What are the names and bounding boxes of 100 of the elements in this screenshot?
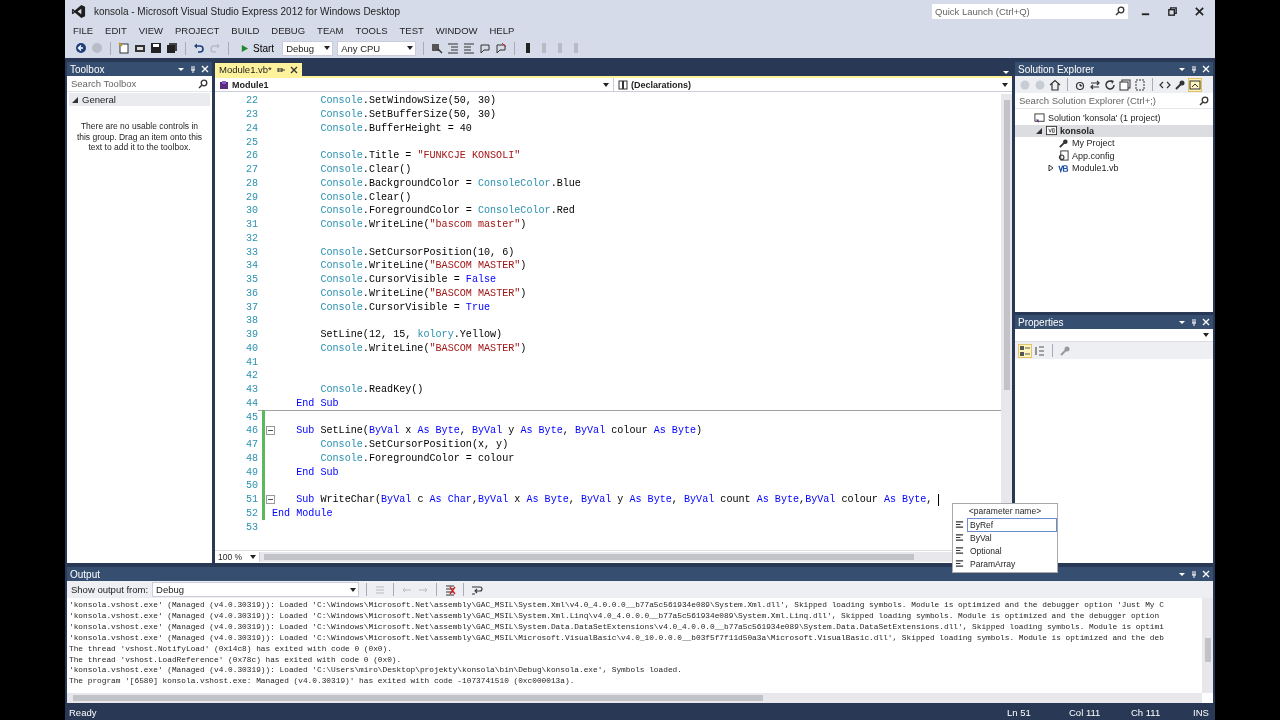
tree-item[interactable]: Solution 'konsola' (1 project) (1015, 112, 1213, 125)
logo-icon (71, 3, 86, 19)
preview-icon[interactable] (1189, 78, 1201, 91)
line-number: 44 (244, 397, 258, 409)
menu-item[interactable]: FILE (67, 24, 100, 36)
code-line: Console.ForegroundColor = colour (320, 452, 515, 464)
menu-item[interactable]: EDIT (99, 24, 133, 36)
output-source-dropdown[interactable]: Debug (152, 582, 360, 597)
line-number: 45 (244, 411, 258, 423)
code-line: Sub WriteChar(ByVal c As Char,ByVal x As Byte, ByVal y As Byte, ByVal count As Byte,ByVal colour As Byte, (296, 494, 933, 506)
menu-item[interactable]: BUILD (225, 24, 266, 36)
line-number: 50 (244, 480, 258, 492)
line-number: 25 (244, 136, 258, 148)
restore-icon[interactable] (1167, 5, 1178, 17)
quick-launch-input[interactable]: Quick Launch (Ctrl+Q) (935, 5, 1115, 17)
configuration-dropdown[interactable]: Debug (282, 40, 334, 56)
code-line: Console.ReadKey() (320, 384, 424, 396)
uncomment-icon[interactable] (495, 42, 508, 54)
line-number: 40 (244, 342, 258, 354)
refresh-icon[interactable] (1104, 78, 1116, 91)
line-number: 34 (244, 260, 258, 272)
line-number: 42 (244, 370, 258, 382)
tree-item[interactable]: konsola (1015, 124, 1213, 137)
config-file-icon (1058, 150, 1069, 162)
keyword-icon (955, 546, 964, 555)
categorized-icon[interactable] (1019, 344, 1031, 357)
menu-item[interactable]: VIEW (132, 24, 169, 36)
menu-item[interactable]: TEAM (311, 24, 350, 36)
menu-item[interactable]: WINDOW (429, 24, 484, 36)
completion-item[interactable]: ByVal (967, 530, 1057, 545)
home-icon[interactable] (1049, 78, 1061, 91)
dropdown-arrow-icon[interactable] (1178, 570, 1186, 578)
keyword-icon (955, 520, 964, 529)
sync-icon[interactable] (1089, 78, 1101, 91)
menu-item[interactable]: TOOLS (349, 24, 394, 36)
pin-icon[interactable] (1190, 65, 1198, 73)
dropdown-arrow-icon[interactable] (1178, 318, 1186, 326)
tree-item[interactable]: App.config (1015, 149, 1213, 162)
clear-all-icon[interactable] (444, 583, 457, 596)
group-header[interactable]: General (69, 93, 210, 106)
vb-project-icon (1046, 125, 1057, 137)
search-field[interactable]: Search Toolbox (71, 78, 198, 89)
wrench-icon[interactable] (1174, 78, 1186, 91)
dropdown-arrow-icon (1203, 333, 1209, 337)
code-line: Console.CursorVisible = False (320, 274, 497, 286)
declarations-icon (618, 79, 628, 90)
completion-item[interactable]: ParamArray (967, 556, 1057, 571)
search-icon (198, 78, 208, 89)
dropdown-arrow-icon (250, 555, 256, 559)
menu-item[interactable]: PROJECT (169, 24, 226, 36)
member-dropdown[interactable]: (Declarations) (613, 78, 1012, 91)
dropdown-arrow-icon (350, 587, 357, 592)
line-number: 26 (244, 150, 258, 162)
completion-item[interactable]: Optional (967, 543, 1057, 558)
close-icon[interactable] (289, 65, 298, 74)
line-indicator: Ln 51 (1007, 706, 1032, 718)
pin-icon[interactable] (276, 65, 285, 74)
collapse-icon[interactable] (266, 494, 275, 504)
search-field[interactable]: Search Solution Explorer (Ctrl+;) (1019, 95, 1199, 106)
code-line: Console.WriteLine("BASCOM MASTER") (320, 342, 527, 354)
menu-item[interactable]: HELP (483, 24, 521, 36)
back-icon[interactable] (75, 42, 87, 54)
horizontal-scrollbar[interactable] (67, 693, 1202, 703)
dropdown-arrow-icon[interactable] (177, 65, 185, 73)
code-line: Console.Title = "FUNKCJE KONSOLI" (320, 150, 521, 162)
menu-item[interactable]: TEST (393, 24, 430, 36)
expander-icon (1048, 165, 1054, 172)
code-line: Console.SetCursorPosition(10, 6) (320, 246, 515, 258)
outdent-icon[interactable] (463, 42, 476, 54)
line-number: 29 (244, 191, 258, 203)
pin-icon[interactable] (1190, 318, 1198, 326)
wrench-icon (1058, 137, 1069, 149)
start-button[interactable]: Start (236, 42, 279, 54)
word-wrap-icon[interactable] (471, 583, 484, 596)
completion-item[interactable]: ByRef (967, 517, 1057, 532)
tree-item[interactable]: Module1.vb (1015, 162, 1213, 175)
collapse-icon[interactable] (266, 426, 275, 435)
dropdown-arrow-icon[interactable] (1178, 65, 1186, 73)
dropdown-arrow-icon (324, 46, 331, 50)
new-project-icon[interactable] (118, 42, 130, 54)
platform-dropdown[interactable]: Any CPU (337, 40, 417, 56)
tree-item[interactable]: My Project (1015, 137, 1213, 150)
quick-launch-field[interactable]: Quick Launch (Ctrl+Q) (932, 3, 1128, 19)
code-line: Console.ForegroundColor = ConsoleColor.Red (320, 205, 575, 217)
line-number: 33 (244, 246, 258, 258)
collapse-all-icon[interactable] (1119, 78, 1131, 91)
line-number: 37 (244, 301, 258, 313)
pin-icon[interactable] (1190, 570, 1198, 578)
undo-icon[interactable] (193, 42, 205, 54)
save-all-icon[interactable] (166, 42, 178, 54)
pin-icon[interactable] (189, 65, 197, 73)
document-tab[interactable]: Module1.vb* (215, 63, 302, 76)
menu-item[interactable]: DEBUG (265, 24, 312, 36)
close-icon[interactable] (1194, 5, 1205, 17)
type-dropdown[interactable]: Module1 (215, 78, 613, 91)
find-icon[interactable] (431, 42, 444, 54)
vertical-scrollbar[interactable] (1202, 598, 1213, 693)
save-icon[interactable] (150, 42, 162, 54)
comment-icon[interactable] (479, 42, 492, 54)
expander-icon (1036, 127, 1042, 134)
